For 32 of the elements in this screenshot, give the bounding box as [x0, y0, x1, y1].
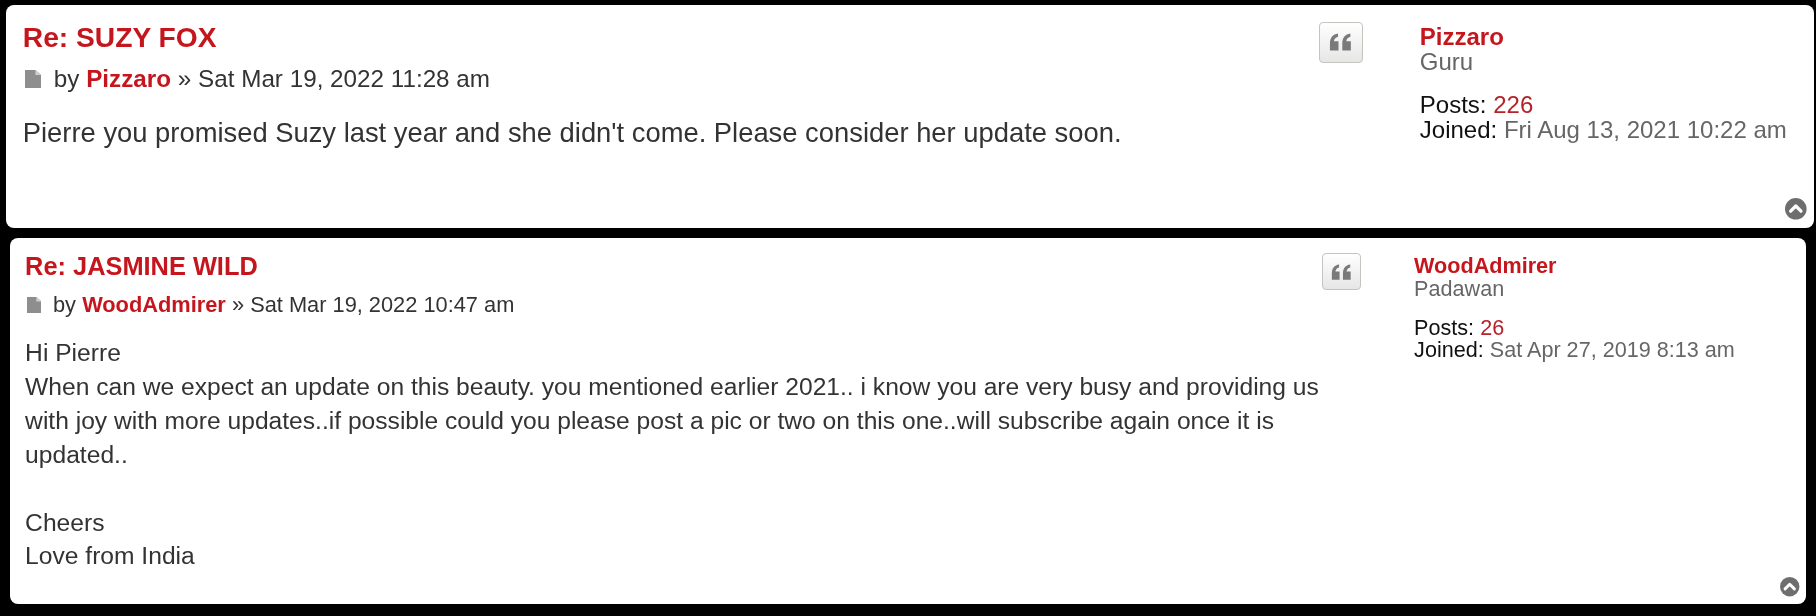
post-text: Pierre you promised Suzy last year and she didn't come. Please consider her update soon.: [22, 115, 1123, 150]
posts-label: Posts:: [1419, 92, 1487, 118]
post-date: Sat Mar 19, 2022 11:28 am: [198, 64, 490, 95]
quote-icon: [1329, 33, 1353, 52]
user-rank: Padawan: [1414, 277, 1505, 301]
username-link[interactable]: WoodAdmirer: [1414, 255, 1557, 278]
quote-button[interactable]: [1321, 253, 1362, 291]
posts-label: Posts:: [1414, 316, 1475, 340]
joined-date: Sat Apr 27, 2019 8:13 am: [1489, 339, 1735, 362]
by-label: by: [53, 291, 77, 319]
quote-icon: [1331, 263, 1352, 280]
back-to-top-icon[interactable]: [1785, 198, 1807, 220]
author-link[interactable]: WoodAdmirer: [82, 291, 226, 319]
user-rank: Guru: [1419, 49, 1474, 75]
separator: »: [231, 291, 245, 319]
separator: »: [177, 64, 192, 95]
joined-label: Joined:: [1419, 117, 1498, 143]
post-title[interactable]: Re: SUZY FOX: [22, 21, 217, 52]
post-title[interactable]: Re: JASMINE WILD: [25, 253, 258, 281]
post-count-link[interactable]: 226: [1493, 92, 1534, 118]
back-to-top-icon[interactable]: [1780, 577, 1800, 597]
file-icon[interactable]: [26, 296, 42, 313]
joined-label: Joined:: [1414, 339, 1484, 362]
username-link[interactable]: Pizzaro: [1419, 23, 1504, 49]
post-text: Hi Pierre When can we expect an update on this beauty. you mentioned earlier 2021.. i know you are very busy and providing us with joy with more updates..if possible could you please post a pic or two on this one..will subscribe again once it is updated.. Cheers Love from India: [25, 337, 1320, 572]
joined-date: Fri Aug 13, 2021 10:22 am: [1503, 117, 1787, 143]
by-label: by: [53, 64, 80, 95]
author-link[interactable]: Pizzaro: [86, 64, 172, 95]
file-icon[interactable]: [24, 70, 41, 89]
post-date: Sat Mar 19, 2022 10:47 am: [250, 291, 515, 319]
post-count-link[interactable]: 26: [1480, 316, 1505, 340]
quote-button[interactable]: [1318, 21, 1363, 64]
